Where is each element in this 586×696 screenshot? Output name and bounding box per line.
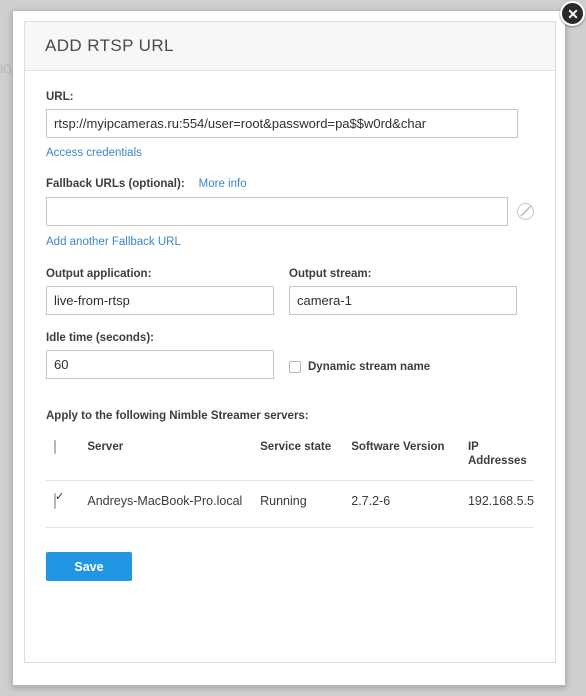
- more-info-link[interactable]: More info: [199, 178, 247, 190]
- add-another-fallback-url-link[interactable]: Add another Fallback URL: [46, 236, 181, 248]
- select-all-checkbox[interactable]: [54, 440, 56, 454]
- fallback-urls-label: Fallback URLs (optional):: [46, 178, 185, 190]
- access-credentials-link[interactable]: Access credentials: [46, 147, 142, 159]
- servers-table: Server Service state Software Version IP…: [46, 440, 534, 528]
- cell-service-state: Running: [260, 480, 352, 528]
- table-header-row: Server Service state Software Version IP…: [46, 440, 534, 481]
- output-application-input[interactable]: [46, 286, 274, 315]
- save-button[interactable]: Save: [46, 552, 132, 581]
- column-header-service-state: Service state: [260, 440, 352, 481]
- cell-ip-addresses: 192.168.5.5: [467, 480, 534, 528]
- row-select-cell: [46, 480, 88, 528]
- output-application-label: Output application:: [46, 268, 152, 280]
- circle-slash-icon[interactable]: [517, 203, 534, 220]
- dynamic-stream-name-checkbox[interactable]: [289, 361, 301, 373]
- dialog-body: URL: Access credentials Fallback URLs (o…: [25, 71, 555, 581]
- output-stream-label: Output stream:: [289, 268, 372, 280]
- fallback-url-input[interactable]: [46, 197, 508, 226]
- fallback-header: Fallback URLs (optional): More info: [46, 178, 534, 190]
- column-header-ip-addresses: IP Addresses: [467, 440, 534, 481]
- select-all-header: [46, 440, 88, 481]
- idle-time-input[interactable]: [46, 350, 274, 379]
- add-rtsp-url-dialog: ADD RTSP URL URL: Access credentials Fal…: [12, 10, 566, 686]
- output-fields-row: Output application: Output stream:: [46, 268, 534, 315]
- column-header-server: Server: [87, 440, 261, 481]
- table-row: Andreys-MacBook-Pro.local Running 2.7.2-…: [46, 480, 534, 528]
- idle-time-row: Idle time (seconds): Dynamic stream name: [46, 332, 534, 379]
- url-label: URL:: [46, 91, 74, 103]
- close-icon[interactable]: [560, 1, 585, 26]
- output-stream-input[interactable]: [289, 286, 517, 315]
- dialog-header: ADD RTSP URL: [25, 22, 555, 71]
- page-title: ADD RTSP URL: [45, 36, 174, 55]
- idle-time-label: Idle time (seconds):: [46, 332, 154, 344]
- url-input[interactable]: [46, 109, 518, 138]
- cell-server: Andreys-MacBook-Pro.local: [87, 480, 261, 528]
- row-select-checkbox[interactable]: [54, 493, 56, 509]
- dynamic-stream-name-row[interactable]: Dynamic stream name: [289, 361, 430, 379]
- column-header-software-version: Software Version: [351, 440, 468, 481]
- cell-software-version: 2.7.2-6: [351, 480, 468, 528]
- dialog-inner-panel: ADD RTSP URL URL: Access credentials Fal…: [24, 21, 556, 663]
- servers-section-title: Apply to the following Nimble Streamer s…: [46, 410, 309, 422]
- dynamic-stream-name-label: Dynamic stream name: [308, 361, 431, 373]
- fallback-row: [46, 197, 534, 226]
